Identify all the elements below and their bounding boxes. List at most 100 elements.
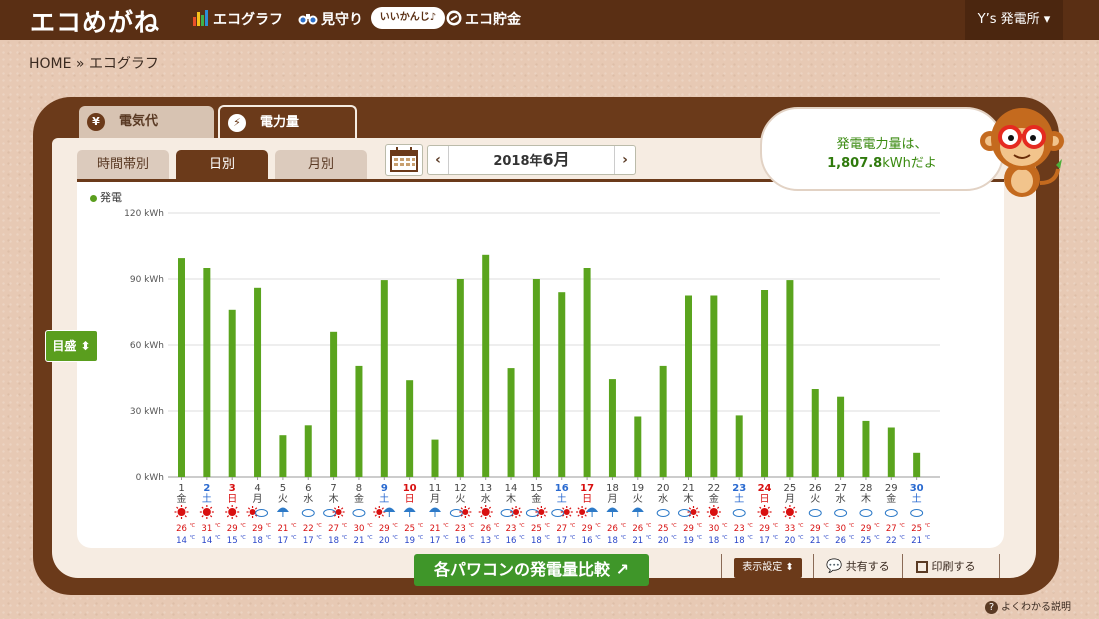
bar-day-1[interactable]: [178, 258, 185, 477]
bar-day-6[interactable]: [304, 425, 312, 477]
temp-low: 21: [911, 536, 922, 546]
monkey-mascot-icon: [980, 108, 1064, 197]
sun-ray: [562, 507, 565, 510]
bar-day-22[interactable]: [710, 295, 718, 478]
bar-day-5[interactable]: [279, 435, 287, 477]
x-weekday-label: 木: [329, 493, 339, 505]
display-settings-select[interactable]: 表示設定 ⬍: [734, 558, 802, 578]
temp-unit: ℃: [925, 535, 931, 541]
scale-button[interactable]: 目盛 ⬍: [45, 330, 98, 362]
bar-day-27[interactable]: [837, 396, 845, 477]
temp-unit: ℃: [190, 523, 196, 529]
temp-low: 21: [632, 536, 643, 546]
umbrella-icon: [586, 507, 599, 512]
sun-icon: [228, 508, 237, 516]
bar-day-4[interactable]: [254, 287, 262, 477]
divider: [999, 554, 1000, 578]
bar-day-9[interactable]: [380, 280, 388, 477]
temp-unit: ℃: [671, 523, 677, 529]
bar-day-12[interactable]: [456, 279, 464, 477]
temp-unit: ℃: [494, 523, 500, 529]
temp-high: 25: [531, 524, 542, 534]
share-icon: 💬: [826, 559, 843, 574]
bar-day-25[interactable]: [786, 280, 794, 477]
x-day-label: 11: [429, 483, 442, 494]
temp-unit: ℃: [874, 535, 880, 541]
bar-day-19[interactable]: [634, 416, 642, 478]
bar-day-13[interactable]: [482, 254, 490, 477]
sun-icon: [785, 508, 794, 516]
bar-day-10[interactable]: [406, 380, 414, 477]
bar-day-20[interactable]: [659, 365, 667, 477]
bar-day-23[interactable]: [735, 415, 743, 477]
bar-day-21[interactable]: [685, 295, 692, 478]
bar-day-17[interactable]: [583, 268, 591, 477]
print-label: 印刷する: [931, 560, 976, 573]
print-button[interactable]: 印刷する: [916, 558, 976, 576]
share-button[interactable]: 💬 共有する: [826, 558, 890, 576]
temp-high: 23: [455, 524, 466, 534]
sun-ray: [247, 514, 251, 517]
temp-high: 29: [252, 524, 263, 534]
temp-low: 19: [404, 536, 415, 546]
temp-low: 26: [835, 536, 846, 546]
bar-day-29[interactable]: [887, 427, 895, 478]
bar-day-11[interactable]: [431, 439, 439, 477]
cloud-icon: [834, 509, 848, 517]
sun-ray: [460, 507, 463, 510]
x-weekday-label: 土: [734, 492, 744, 505]
bar-day-16[interactable]: [558, 292, 566, 477]
compare-inverters-button[interactable]: 各パワコンの発電量比較 ↗: [414, 554, 649, 586]
temp-unit: ℃: [392, 523, 398, 529]
temp-unit: ℃: [316, 535, 322, 541]
temp-unit: ℃: [849, 523, 855, 529]
temp-unit: ℃: [291, 523, 297, 529]
temp-high: 29: [582, 524, 593, 534]
sun-ray: [341, 507, 344, 510]
bar-day-30[interactable]: [913, 452, 921, 477]
sun-ray: [467, 514, 471, 517]
help-link[interactable]: ? よくわかる説明: [985, 598, 1071, 614]
divider: [902, 554, 903, 578]
x-weekday-label: 金: [886, 492, 896, 505]
temp-unit: ℃: [620, 523, 626, 529]
sun-ray: [201, 506, 204, 509]
sun-ray: [695, 514, 699, 517]
cloud-icon: [732, 509, 746, 517]
sun-ray: [381, 514, 384, 517]
sun-ray: [235, 506, 238, 509]
temp-unit: ℃: [646, 535, 652, 541]
sun-ray: [759, 515, 762, 518]
sun-ray: [209, 506, 213, 509]
bar-day-7[interactable]: [330, 331, 338, 477]
bar-day-28[interactable]: [862, 420, 870, 477]
temp-unit: ℃: [215, 523, 221, 529]
cloud-icon: [323, 509, 337, 517]
temp-unit: ℃: [418, 523, 424, 529]
bar-day-18[interactable]: [608, 379, 616, 477]
sun-ray: [543, 507, 547, 510]
sun-ray: [488, 515, 492, 518]
x-day-label: 4: [254, 483, 260, 494]
sun-ray: [569, 507, 572, 510]
sun-ray: [784, 506, 787, 509]
temp-high: 30: [835, 524, 846, 534]
temp-unit: ℃: [595, 523, 601, 529]
x-day-label: 25: [784, 483, 797, 494]
x-day-label: 20: [657, 483, 670, 494]
bar-day-26[interactable]: [811, 389, 819, 477]
sun-icon: [579, 509, 586, 515]
bar-day-2[interactable]: [203, 268, 211, 477]
bar-day-8[interactable]: [355, 365, 363, 477]
x-day-label: 12: [454, 483, 467, 494]
bar-day-14[interactable]: [507, 368, 515, 477]
temp-unit: ℃: [849, 535, 855, 541]
bar-day-24[interactable]: [761, 290, 769, 477]
temp-low: 15: [227, 536, 238, 546]
temp-high: 30: [708, 524, 719, 534]
umbrella-icon: [403, 507, 416, 512]
bar-day-3[interactable]: [228, 309, 236, 477]
temp-low: 18: [328, 536, 339, 546]
bar-day-15[interactable]: [532, 279, 540, 477]
temp-unit: ℃: [899, 535, 905, 541]
